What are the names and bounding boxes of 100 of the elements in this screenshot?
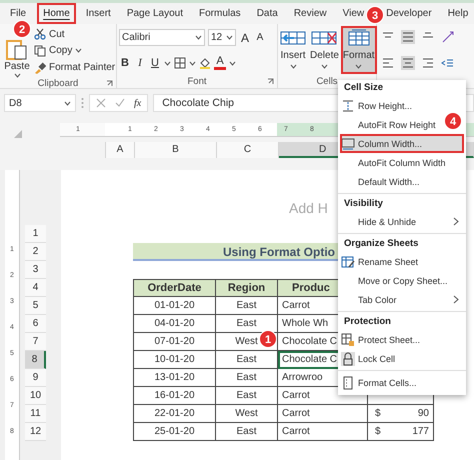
column-header[interactable]: C <box>217 142 279 158</box>
ribbon-tab[interactable]: Developer <box>385 3 433 24</box>
ribbon-tab[interactable]: Data <box>256 3 279 24</box>
column-header[interactable]: A <box>105 142 135 158</box>
caret-icon <box>320 64 328 69</box>
cells-delete-button[interactable]: Delete <box>308 26 341 74</box>
table-cell: 04-01-20 <box>133 315 216 333</box>
table-cell: 07-01-20 <box>133 333 216 351</box>
ribbon-tab[interactable]: Review <box>292 3 328 24</box>
ribbon-tab[interactable]: View <box>342 3 366 24</box>
table-cell: 13-01-20 <box>133 369 216 387</box>
bold-button[interactable]: B <box>119 57 131 69</box>
ribbon-tab[interactable]: Page Layout <box>126 3 184 24</box>
copy-icon <box>34 44 46 57</box>
group-label: Cells <box>316 76 338 87</box>
grip-icon <box>81 97 84 109</box>
align-middle-icon[interactable] <box>401 30 415 44</box>
insert-cells-icon <box>280 29 306 47</box>
protect-sheet-icon <box>341 332 355 346</box>
cells-format-button[interactable]: Format <box>340 26 377 74</box>
table-cell: East <box>216 369 278 387</box>
caret-icon <box>14 73 20 78</box>
caret-icon <box>164 60 171 66</box>
sales-amount: 177 <box>412 425 429 439</box>
cells-insert-button[interactable]: Insert <box>278 26 308 74</box>
rename-icon <box>341 254 355 268</box>
menu-section-heading: Visibility <box>343 197 384 211</box>
format-cells-icon <box>346 29 372 47</box>
clipboard-copy-button[interactable]: Copy <box>34 44 116 57</box>
grow-font-button[interactable]: A <box>239 30 251 44</box>
group-label: Clipboard <box>38 78 78 89</box>
row-header[interactable]: 9 <box>25 369 46 387</box>
currency-symbol: $ <box>375 425 381 439</box>
row-header[interactable]: 4 <box>25 279 46 297</box>
caret-icon <box>229 60 236 66</box>
menu-item[interactable]: Hide & Unhide <box>338 212 466 231</box>
ribbon-tab[interactable]: Insert <box>84 3 112 24</box>
ribbon-tab[interactable]: Home <box>37 3 76 24</box>
shrink-font-button[interactable]: A <box>254 32 266 43</box>
menu-item[interactable]: Column Width... <box>340 134 464 153</box>
currency-symbol: $ <box>375 407 381 421</box>
menu-item[interactable]: Row Height... <box>338 96 466 115</box>
row-header[interactable]: 10 <box>25 387 46 405</box>
menu-item[interactable]: Format Cells... <box>338 373 466 392</box>
row-header[interactable]: 2 <box>25 243 46 261</box>
row-header[interactable]: 5 <box>25 297 46 315</box>
caret-icon <box>64 100 71 106</box>
align-right-icon[interactable] <box>421 56 435 70</box>
menu-section-heading: Cell Size <box>343 81 384 95</box>
table-cell: East <box>216 297 278 315</box>
ribbon-tab[interactable]: Formulas <box>198 3 242 24</box>
font-color-button[interactable]: A <box>214 56 226 70</box>
table-cell: East <box>216 351 278 369</box>
italic-button[interactable]: I <box>134 57 146 69</box>
clipboard-brush-button[interactable]: Format Painter <box>34 62 116 74</box>
row-header[interactable]: 1 <box>25 225 46 243</box>
underline-button[interactable]: U <box>149 57 161 69</box>
row-header[interactable]: 11 <box>25 405 46 423</box>
row-header[interactable]: 12 <box>25 423 46 441</box>
clipboard-scissors-button[interactable]: Cut <box>34 28 116 40</box>
table-header: OrderDate <box>133 279 216 297</box>
insert-function-button[interactable]: fx <box>134 98 142 108</box>
row-header[interactable]: 7 <box>25 333 46 351</box>
align-center-icon[interactable] <box>401 56 415 70</box>
table-cell: 22-01-20 <box>133 405 216 423</box>
sales-amount: 90 <box>418 407 429 421</box>
orientation-icon[interactable] <box>441 30 455 44</box>
step-badge: 3 <box>366 6 384 24</box>
menu-item[interactable]: Lock Cell <box>338 349 466 368</box>
brush-icon <box>34 62 46 74</box>
row-header[interactable]: 6 <box>25 315 46 333</box>
caret-icon <box>189 60 196 66</box>
step-badge: 2 <box>13 20 31 38</box>
row-header[interactable]: 3 <box>25 261 46 279</box>
fill-bucket-icon[interactable] <box>199 57 211 69</box>
ribbon-tab[interactable]: Help <box>446 3 470 24</box>
row-height-icon <box>341 98 355 112</box>
column-header[interactable]: B <box>135 142 217 158</box>
paste-button[interactable]: Paste <box>0 40 34 78</box>
scissors-icon <box>34 28 46 40</box>
font-size-field[interactable]: 12 <box>208 29 236 46</box>
dialog-launcher-icon[interactable] <box>266 78 274 85</box>
caret-icon <box>355 64 362 69</box>
column-width-icon <box>341 136 355 150</box>
table-header: Region <box>216 279 278 297</box>
font-name-field[interactable]: Calibri <box>119 29 205 46</box>
table-cell: Carrot <box>278 405 368 423</box>
table-cell: East <box>216 423 278 441</box>
menu-item[interactable]: AutoFit Column Width <box>338 153 466 172</box>
name-box[interactable]: D8 <box>4 94 76 112</box>
borders-icon[interactable] <box>174 57 186 69</box>
row-header[interactable]: 8 <box>25 351 46 369</box>
align-left-icon[interactable] <box>381 56 395 70</box>
lock-icon <box>341 352 355 366</box>
group-label: Font <box>187 76 206 87</box>
menu-item[interactable]: Default Width... <box>338 172 466 191</box>
table-cell: East <box>216 387 278 405</box>
dialog-launcher-icon[interactable] <box>106 80 113 87</box>
enter-check-icon[interactable] <box>115 98 125 108</box>
table-cell: 16-01-20 <box>133 387 216 405</box>
